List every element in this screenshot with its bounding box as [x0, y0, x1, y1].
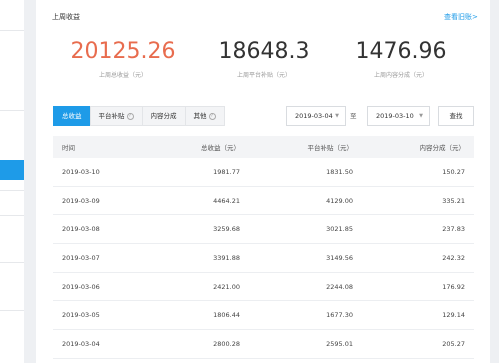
cell-share: 237.83	[442, 225, 465, 234]
cell-subsidy: 3149.56	[326, 253, 353, 262]
cell-date: 2019-03-07	[62, 253, 100, 262]
table-row: 2019-03-09 4464.21 4129.00 335.21	[53, 186, 474, 216]
stat-value: 18648.3	[218, 39, 310, 64]
tab-platform-subsidy[interactable]: 平台补贴 ?	[89, 106, 143, 126]
cell-subsidy: 1677.30	[326, 311, 353, 320]
income-tabs: 总收益 平台补贴 ? 内容分成 其他 ?	[53, 106, 225, 126]
tab-label: 平台补贴	[98, 112, 125, 120]
table-row: 2019-03-04 2800.28 2595.01 205.27	[53, 330, 474, 359]
table-row: 2019-03-08 3259.68 3021.85 237.83	[53, 215, 474, 245]
sidebar-divider	[0, 190, 24, 191]
end-date-picker[interactable]: 2019-03-10 ▼	[367, 106, 430, 126]
stat-label: 上周总收益（元）	[98, 72, 147, 79]
cell-subsidy: 3021.85	[326, 225, 353, 234]
chevron-down-icon: ▼	[419, 113, 423, 119]
section-title: 上周收益	[52, 13, 80, 21]
header-date: 时间	[62, 144, 75, 152]
cell-total: 1806.44	[213, 311, 240, 320]
cell-total: 2421.00	[213, 282, 240, 291]
cell-date: 2019-03-10	[62, 167, 100, 176]
cell-total: 1981.77	[213, 167, 240, 176]
cell-subsidy: 2244.08	[326, 282, 353, 291]
table-row: 2019-03-06 2421.00 2244.08 176.92	[53, 272, 474, 302]
start-date-picker[interactable]: 2019-03-04 ▼	[286, 106, 346, 126]
header-share: 内容分成（元）	[419, 144, 466, 152]
cell-share: 205.27	[442, 339, 465, 348]
header-subsidy: 平台补贴（元）	[307, 144, 354, 152]
tab-total-income[interactable]: 总收益	[53, 106, 91, 126]
cell-date: 2019-03-08	[62, 225, 100, 234]
table-row: 2019-03-05 1806.44 1677.30 129.14	[53, 301, 474, 331]
cell-total: 4464.21	[213, 196, 240, 205]
sidebar-divider	[0, 30, 24, 31]
start-date-value: 2019-03-04	[295, 112, 333, 120]
sidebar-divider	[0, 110, 24, 111]
table-header: 时间 总收益（元） 平台补贴（元） 内容分成（元）	[53, 136, 474, 158]
stat-total-income: 20125.26 上周总收益（元）	[53, 38, 193, 79]
cell-share: 335.21	[442, 196, 465, 205]
left-sidebar	[0, 0, 24, 363]
cell-date: 2019-03-05	[62, 311, 100, 320]
header-total: 总收益（元）	[201, 144, 240, 152]
table-row: 2019-03-10 1981.77 1831.50 150.27	[53, 158, 474, 187]
cell-total: 2800.28	[213, 339, 240, 348]
end-date-value: 2019-03-10	[376, 112, 414, 120]
sidebar-divider	[0, 215, 24, 216]
tab-content-share[interactable]: 内容分成	[141, 106, 186, 126]
cell-share: 150.27	[442, 167, 465, 176]
income-table: 时间 总收益（元） 平台补贴（元） 内容分成（元） 2019-03-10 198…	[53, 136, 474, 359]
stat-platform-subsidy: 18648.3 上周平台补贴（元）	[194, 38, 334, 79]
chevron-down-icon: ▼	[335, 113, 339, 119]
cell-date: 2019-03-09	[62, 196, 100, 205]
sidebar-divider	[0, 310, 24, 311]
tab-other[interactable]: 其他 ?	[184, 106, 225, 126]
stat-label: 上周内容分成（元）	[373, 72, 428, 79]
cell-share: 129.14	[442, 311, 465, 320]
stat-value: 20125.26	[70, 39, 176, 64]
stat-content-share: 1476.96 上周内容分成（元）	[331, 38, 471, 79]
help-icon[interactable]: ?	[126, 112, 134, 120]
cell-date: 2019-03-06	[62, 282, 100, 291]
query-button[interactable]: 查找	[438, 106, 474, 126]
cell-share: 176.92	[442, 282, 465, 291]
cell-date: 2019-03-04	[62, 339, 100, 348]
stat-value: 1476.96	[355, 39, 447, 64]
cell-share: 242.32	[442, 253, 465, 262]
cell-total: 3259.68	[213, 225, 240, 234]
history-link[interactable]: 查看旧账>	[444, 12, 478, 22]
cell-subsidy: 1831.50	[326, 167, 353, 176]
tab-label: 其他	[193, 112, 207, 120]
table-row: 2019-03-07 3391.88 3149.56 242.32	[53, 244, 474, 273]
stat-label: 上周平台补贴（元）	[236, 72, 291, 79]
cell-total: 3391.88	[213, 253, 240, 262]
cell-subsidy: 2595.01	[326, 339, 353, 348]
help-icon[interactable]: ?	[208, 112, 216, 120]
sidebar-item-active[interactable]	[0, 160, 24, 180]
cell-subsidy: 4129.00	[326, 196, 353, 205]
tab-label: 内容分成	[150, 112, 177, 120]
sidebar-divider	[0, 262, 24, 263]
date-separator: 至	[350, 112, 357, 120]
tab-label: 总收益	[62, 112, 82, 120]
page-edge	[490, 0, 499, 363]
